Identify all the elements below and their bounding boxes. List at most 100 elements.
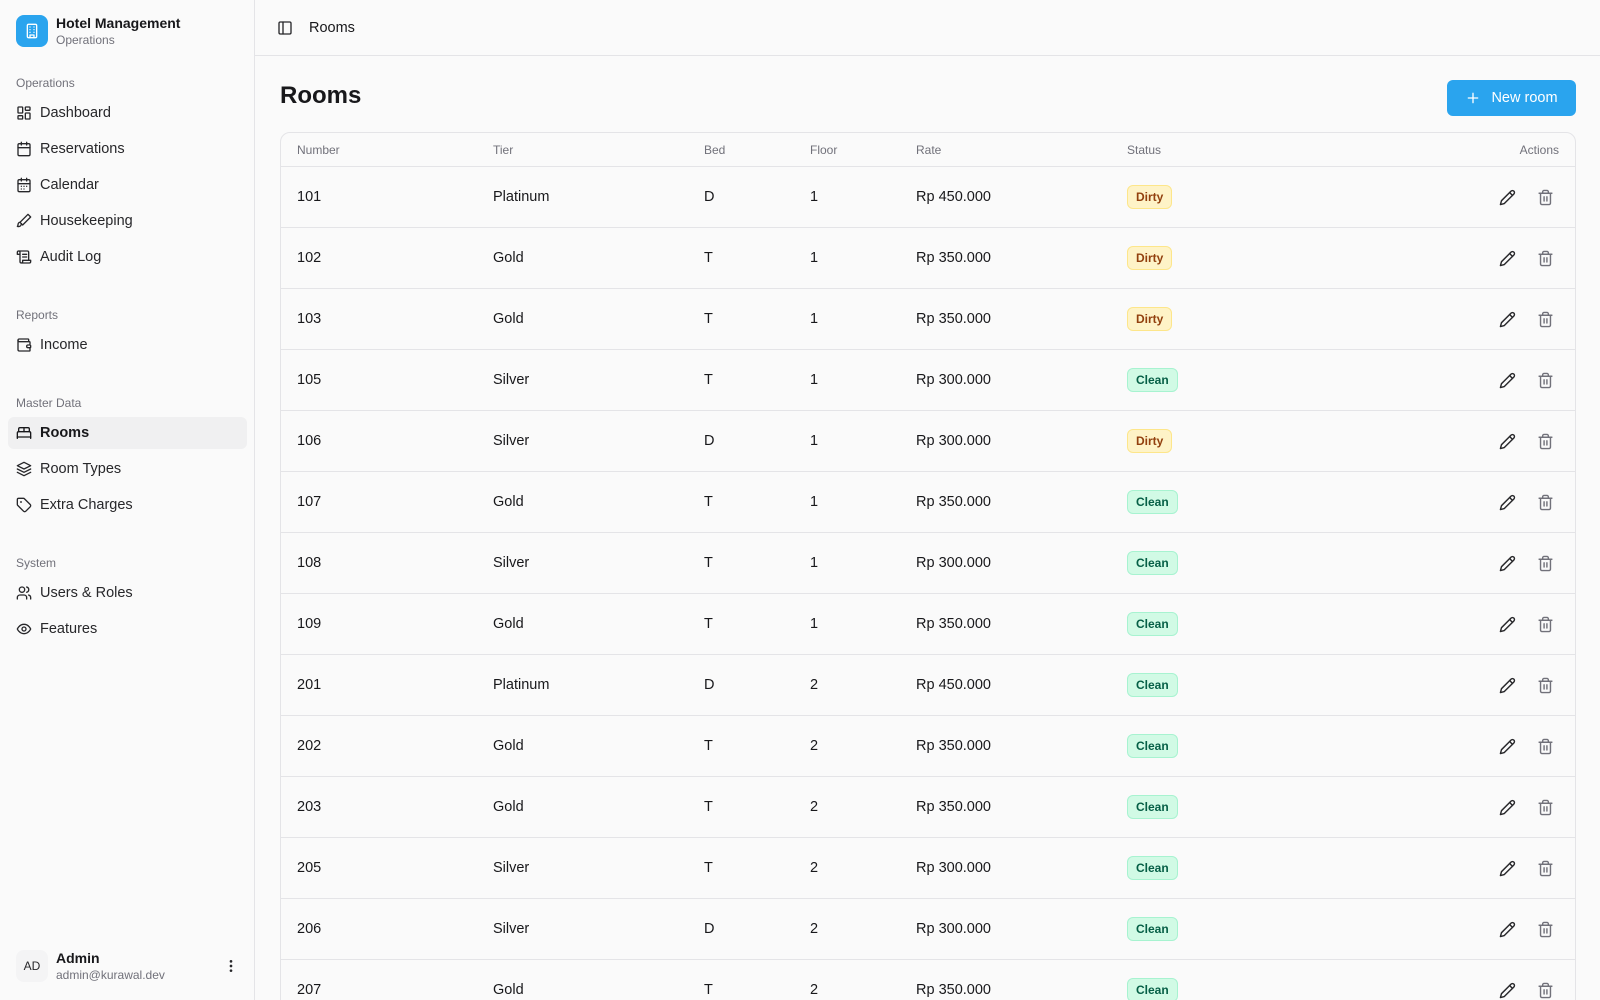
status-badge: Clean [1127, 978, 1178, 1000]
status-badge: Clean [1127, 551, 1178, 575]
delete-button[interactable] [1531, 488, 1559, 516]
edit-button[interactable] [1493, 305, 1521, 333]
cell-rate: Rp 350.000 [916, 494, 991, 510]
delete-button[interactable] [1531, 610, 1559, 638]
trash-icon [1537, 433, 1554, 450]
delete-button[interactable] [1531, 854, 1559, 882]
sidebar-item-label: Room Types [40, 461, 122, 477]
cell-rate: Rp 350.000 [916, 616, 991, 632]
cell-tier: Gold [493, 494, 524, 510]
status-badge: Clean [1127, 734, 1178, 758]
table-row: 205 Silver T 2 Rp 300.000 Clean [281, 838, 1575, 899]
delete-button[interactable] [1531, 732, 1559, 760]
column-header-floor: Floor [810, 142, 838, 157]
edit-button[interactable] [1493, 427, 1521, 455]
status-badge: Clean [1127, 673, 1178, 697]
trash-icon [1537, 616, 1554, 633]
delete-button[interactable] [1531, 244, 1559, 272]
cell-floor: 1 [810, 250, 819, 266]
nav-group-label: System [16, 556, 57, 570]
cell-rate: Rp 300.000 [916, 860, 991, 876]
edit-button[interactable] [1493, 732, 1521, 760]
cell-tier: Silver [493, 555, 530, 571]
delete-button[interactable] [1531, 671, 1559, 699]
cell-status: Clean [1127, 368, 1327, 392]
sidebar-item-reservations[interactable]: Reservations [8, 133, 247, 165]
sidebar-item-extra-charges[interactable]: Extra Charges [8, 489, 247, 521]
user-menu-trigger[interactable]: AD Admin admin@kurawal.dev [8, 940, 247, 992]
pencil-icon [1499, 250, 1516, 267]
wallet-icon [17, 338, 32, 352]
cell-status: Dirty [1127, 246, 1327, 270]
delete-button[interactable] [1531, 183, 1559, 211]
table-row: 201 Platinum D 2 Rp 450.000 Clean [281, 655, 1575, 716]
edit-button[interactable] [1493, 488, 1521, 516]
table-row: 103 Gold T 1 Rp 350.000 Dirty [281, 289, 1575, 350]
user-email: admin@kurawal.dev [56, 967, 165, 982]
cell-status: Dirty [1127, 429, 1327, 453]
cell-bed: T [704, 372, 713, 388]
column-header-tier: Tier [493, 142, 514, 157]
sidebar-item-audit-log[interactable]: Audit Log [8, 241, 247, 273]
edit-button[interactable] [1493, 671, 1521, 699]
cell-floor: 2 [810, 799, 819, 815]
sidebar-item-calendar[interactable]: Calendar [8, 169, 247, 201]
sidebar-item-label: Audit Log [40, 249, 102, 265]
cell-rate: Rp 350.000 [916, 311, 991, 327]
delete-button[interactable] [1531, 427, 1559, 455]
cell-floor: 1 [810, 433, 819, 449]
column-header-status: Status [1127, 142, 1162, 157]
delete-button[interactable] [1531, 793, 1559, 821]
sidebar-toggle-button[interactable] [271, 14, 299, 42]
delete-button[interactable] [1531, 549, 1559, 577]
user-name: Admin [56, 949, 100, 966]
cell-rate: Rp 350.000 [916, 738, 991, 754]
edit-button[interactable] [1493, 244, 1521, 272]
status-badge: Dirty [1127, 246, 1173, 270]
trash-icon [1537, 311, 1554, 328]
edit-button[interactable] [1493, 549, 1521, 577]
panel-left-icon [278, 20, 292, 35]
sidebar-item-users-roles[interactable]: Users & Roles [8, 577, 247, 609]
edit-button[interactable] [1493, 915, 1521, 943]
edit-button[interactable] [1493, 793, 1521, 821]
cell-floor: 2 [810, 677, 819, 693]
table-row: 207 Gold T 2 Rp 350.000 Clean [281, 960, 1575, 1000]
sidebar-item-income[interactable]: Income [8, 329, 247, 361]
delete-button[interactable] [1531, 915, 1559, 943]
table-row: 203 Gold T 2 Rp 350.000 Clean [281, 777, 1575, 838]
sidebar-item-label: Dashboard [40, 105, 111, 121]
delete-button[interactable] [1531, 305, 1559, 333]
pencil-icon [1499, 372, 1516, 389]
cell-status: Clean [1127, 612, 1327, 636]
sidebar-item-room-types[interactable]: Room Types [8, 453, 247, 485]
trash-icon [1537, 372, 1554, 389]
cell-status: Clean [1127, 917, 1327, 941]
cell-tier: Silver [493, 921, 530, 937]
brand[interactable]: Hotel Management Operations [16, 14, 180, 48]
edit-button[interactable] [1493, 366, 1521, 394]
more-vertical-icon[interactable] [219, 954, 243, 978]
sidebar-item-housekeeping[interactable]: Housekeeping [8, 205, 247, 237]
cell-tier: Gold [493, 616, 524, 632]
new-room-button[interactable]: New room [1447, 80, 1576, 116]
status-badge: Clean [1127, 490, 1178, 514]
delete-button[interactable] [1531, 366, 1559, 394]
cell-actions [1327, 610, 1575, 638]
edit-button[interactable] [1493, 976, 1521, 1000]
delete-button[interactable] [1531, 976, 1559, 1000]
edit-button[interactable] [1493, 854, 1521, 882]
brand-subtitle: Operations [56, 32, 115, 47]
cell-number: 202 [297, 738, 322, 754]
nav-group-label: Master Data [16, 396, 82, 410]
building-icon [16, 15, 48, 47]
edit-button[interactable] [1493, 610, 1521, 638]
cell-tier: Platinum [493, 189, 550, 205]
sidebar-item-features[interactable]: Features [8, 613, 247, 645]
nav-group-reports: Reports Income [8, 305, 247, 361]
sidebar-item-dashboard[interactable]: Dashboard [8, 97, 247, 129]
cell-rate: Rp 300.000 [916, 921, 991, 937]
sidebar-item-rooms[interactable]: Rooms [8, 417, 247, 449]
trash-icon [1537, 189, 1554, 206]
edit-button[interactable] [1493, 183, 1521, 211]
